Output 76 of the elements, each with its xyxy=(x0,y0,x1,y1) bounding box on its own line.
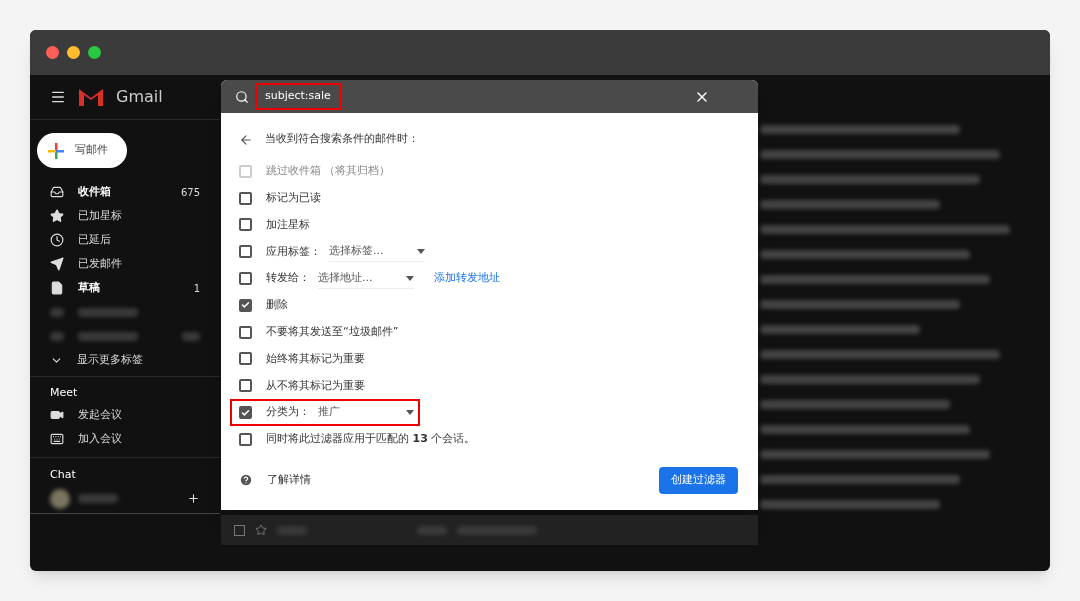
nav-label: 已发邮件 xyxy=(78,255,123,272)
help-icon xyxy=(239,473,253,488)
nav-item[interactable]: 已延后 xyxy=(30,228,220,252)
option-label: 加注星标 xyxy=(266,216,310,233)
option-label: 分类为： xyxy=(266,404,310,421)
option-label: 转发给： xyxy=(266,270,310,287)
send-icon xyxy=(50,257,64,271)
checkbox[interactable] xyxy=(239,191,252,205)
minimize-window-button[interactable] xyxy=(67,46,80,59)
section-title: Chat xyxy=(49,466,77,483)
star-icon xyxy=(50,209,64,223)
keyboard-icon xyxy=(50,432,64,446)
caret-icon xyxy=(406,275,414,281)
video-camera-icon xyxy=(50,408,64,422)
option-label: 从不将其标记为重要 xyxy=(266,377,365,394)
checkbox[interactable] xyxy=(239,218,252,232)
option-label: 删除 xyxy=(266,297,288,314)
nav-count: 1 xyxy=(193,281,200,296)
checkbox[interactable] xyxy=(239,406,252,420)
nav-item[interactable]: 草稿 1 xyxy=(30,276,220,300)
create-filter-button[interactable]: 创建过滤器 xyxy=(659,466,738,494)
blurred-text xyxy=(50,331,64,341)
clock-icon xyxy=(50,233,64,247)
option-label: 标记为已读 xyxy=(266,189,321,206)
menu-icon[interactable] xyxy=(50,89,66,105)
plus-icon[interactable] xyxy=(187,492,200,505)
option-label: 同时将此过滤器应用于匹配的 13 个会话。 xyxy=(266,431,476,448)
nav-label: 草稿 xyxy=(78,279,101,296)
blurred-text xyxy=(78,331,138,341)
learn-more-link[interactable]: 了解详情 xyxy=(267,472,311,489)
checkbox[interactable] xyxy=(239,298,252,312)
maximize-window-button[interactable] xyxy=(88,46,101,59)
app-name: Gmail xyxy=(116,86,163,108)
caret-icon xyxy=(417,248,425,254)
more-labels-item[interactable]: 显示更多标签 xyxy=(30,348,220,372)
select-dropdown[interactable]: 选择标签... xyxy=(329,241,425,262)
nav-item[interactable]: 收件箱 675 xyxy=(30,180,220,204)
avatar xyxy=(50,488,70,509)
blurred-text xyxy=(78,494,118,503)
blurred-text xyxy=(182,331,200,341)
plus-icon xyxy=(47,141,65,160)
nav-item[interactable]: 已加星标 xyxy=(30,204,220,228)
checkbox[interactable] xyxy=(239,325,252,339)
checkbox[interactable] xyxy=(239,379,252,393)
mail-logo-icon xyxy=(78,87,104,107)
option-label: 不要将其发送至“垃圾邮件” xyxy=(266,323,399,340)
nav-count: 675 xyxy=(180,185,200,200)
star-icon[interactable] xyxy=(255,524,267,536)
nav-label: 收件箱 xyxy=(78,183,112,200)
section-title: Meet xyxy=(49,384,79,401)
filter-heading: 当收到符合搜索条件的邮件时： xyxy=(265,131,419,148)
checkbox[interactable] xyxy=(239,272,252,286)
option-label: 始终将其标记为重要 xyxy=(266,350,365,367)
row-checkbox[interactable] xyxy=(234,524,245,536)
search-field[interactable]: subject:sale xyxy=(255,83,341,110)
add-forward-address-link[interactable]: 添加转发地址 xyxy=(434,270,500,287)
search-icon xyxy=(235,89,249,104)
caret-icon xyxy=(406,410,414,416)
nav-item[interactable]: 发起会议 xyxy=(30,403,220,427)
compose-button[interactable]: 写邮件 xyxy=(37,133,127,168)
checkbox[interactable] xyxy=(239,245,252,259)
nav-label: 已延后 xyxy=(78,231,112,248)
nav-item[interactable]: 加入会议 xyxy=(30,427,220,451)
checkbox[interactable] xyxy=(239,432,252,446)
nav-item[interactable]: 已发邮件 xyxy=(30,252,220,276)
select-dropdown[interactable]: 推广 xyxy=(318,402,414,423)
option-label: 应用标签： xyxy=(266,243,321,260)
nav-label: 已加星标 xyxy=(78,207,123,224)
inbox-icon xyxy=(50,185,64,199)
blurred-text xyxy=(78,307,138,317)
select-dropdown[interactable]: 选择地址... xyxy=(318,268,414,289)
close-window-button[interactable] xyxy=(46,46,59,59)
blurred-text xyxy=(50,307,64,317)
option-label: 跳过收件箱 （将其归档） xyxy=(266,163,391,180)
document-icon xyxy=(50,281,64,295)
checkbox[interactable] xyxy=(239,352,252,366)
